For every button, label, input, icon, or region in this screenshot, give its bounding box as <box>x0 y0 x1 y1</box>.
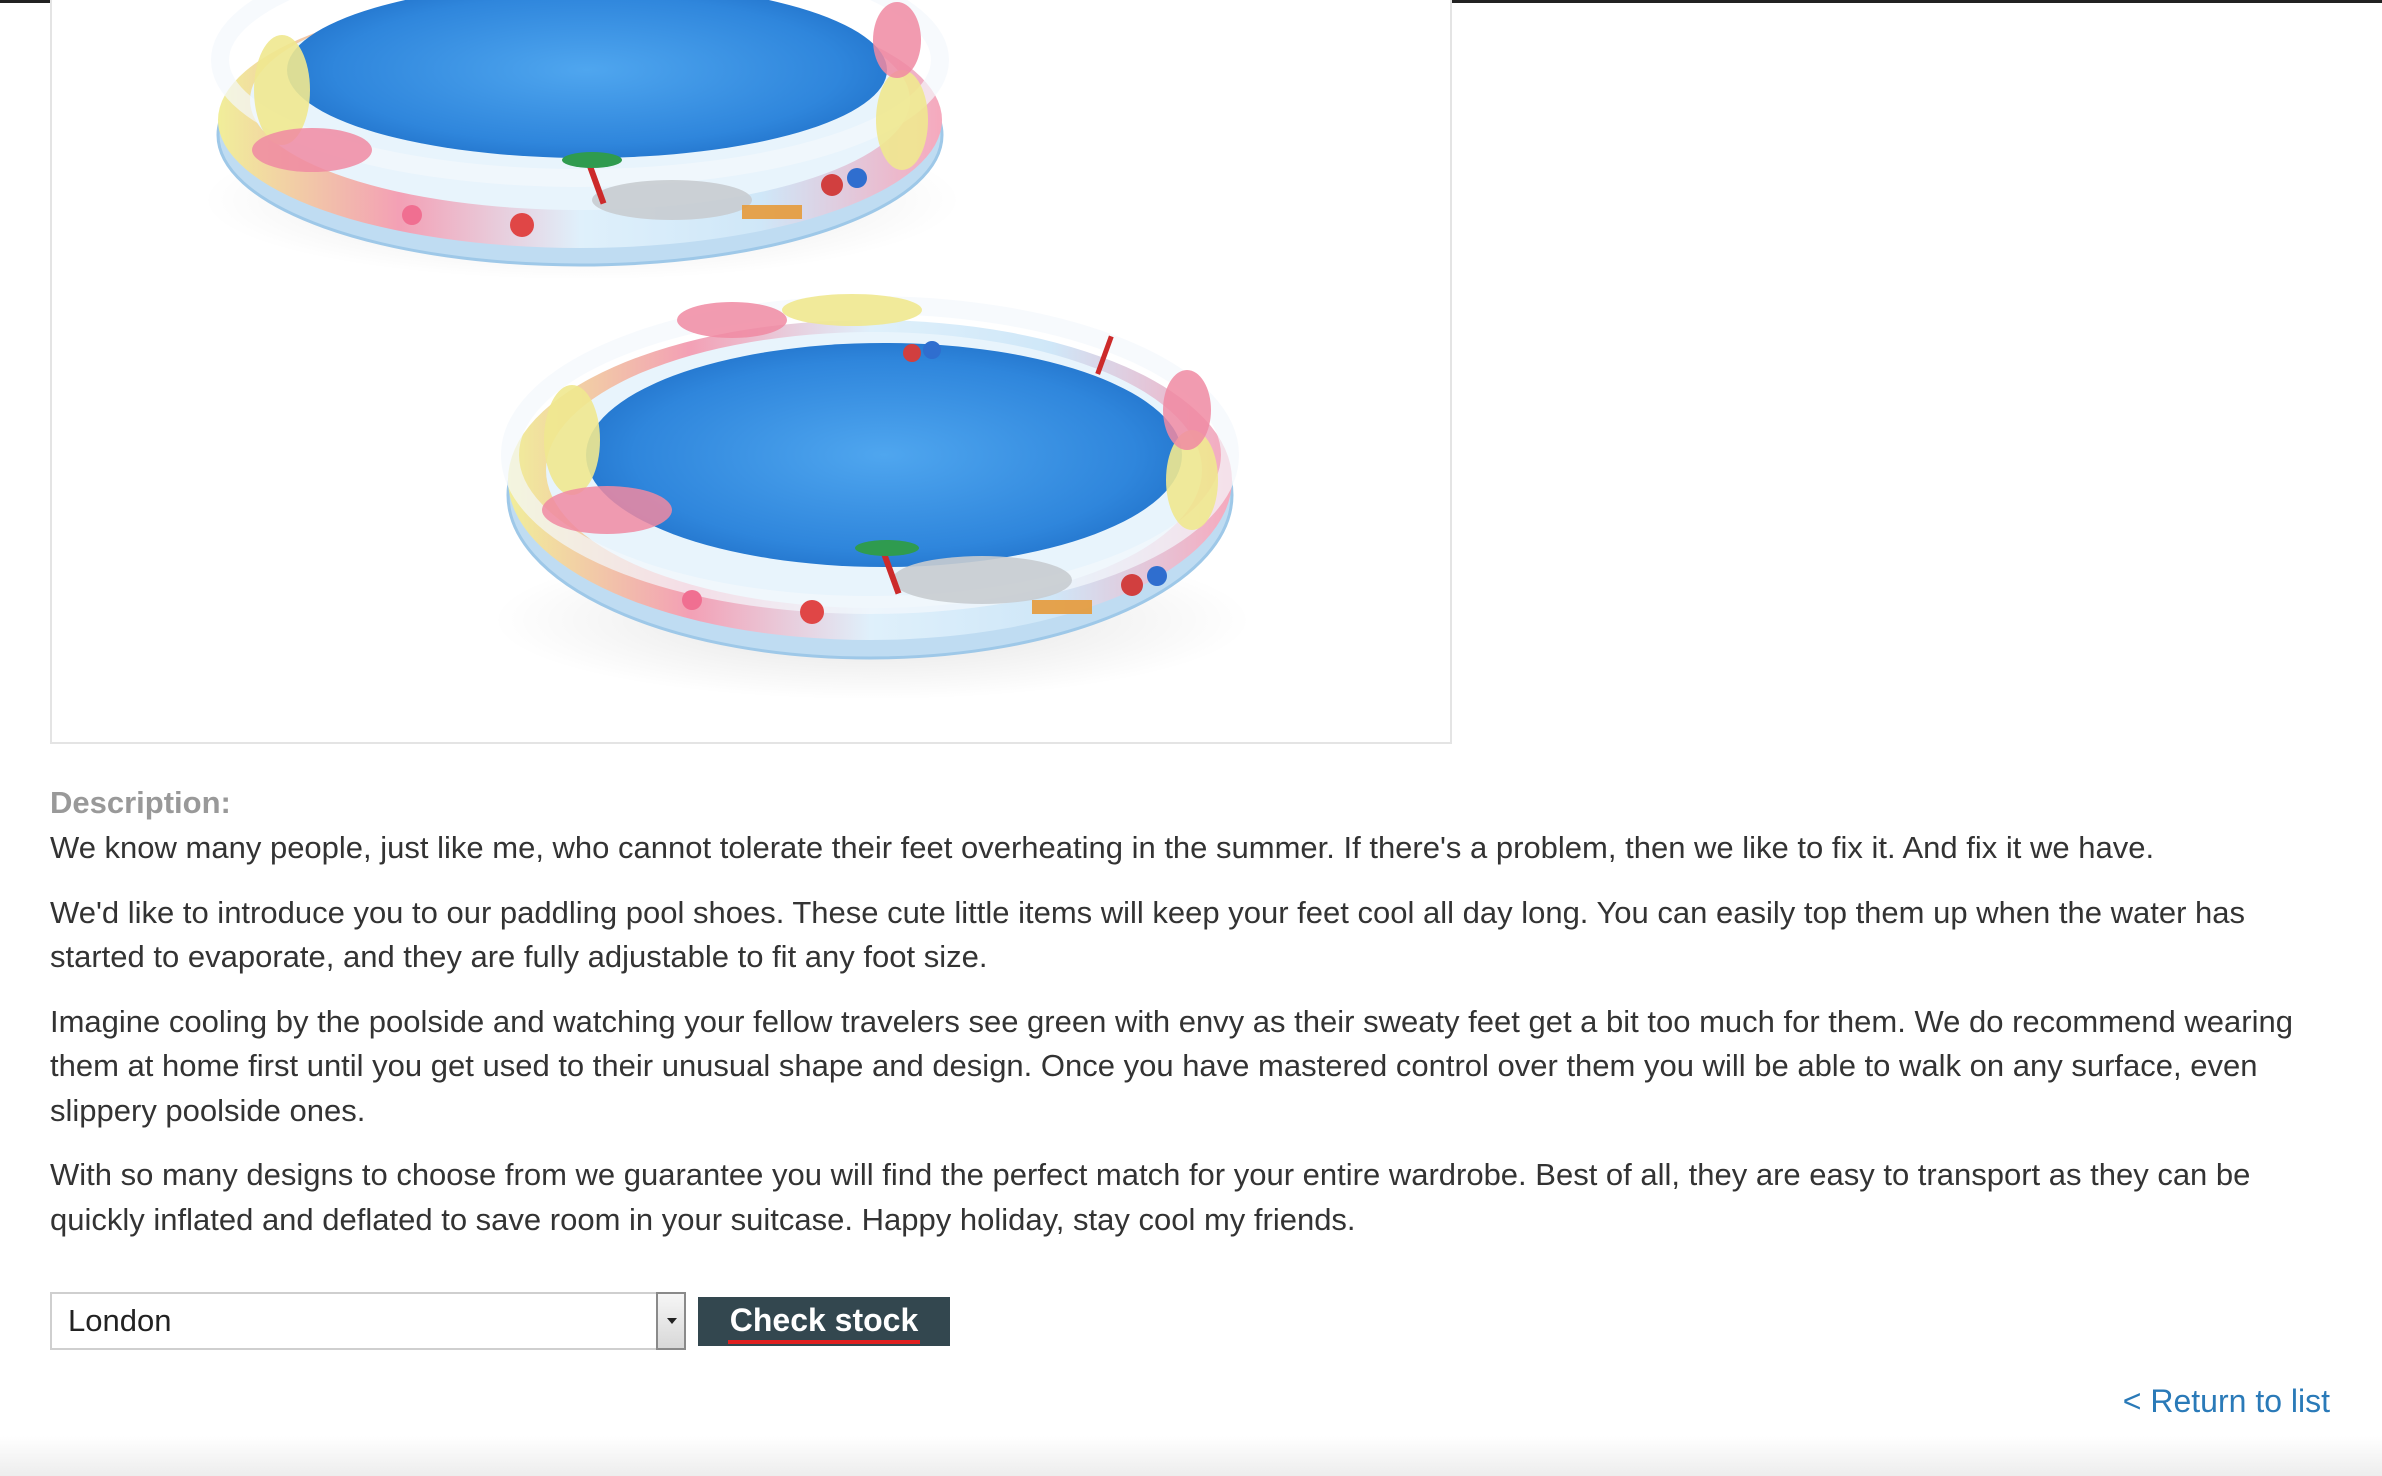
chevron-down-icon[interactable] <box>656 1292 686 1350</box>
description-paragraph: With so many designs to choose from we g… <box>50 1157 2251 1237</box>
description-label: Description: <box>50 785 231 820</box>
product-image-frame <box>50 0 1452 744</box>
check-stock-label: Check stock <box>727 1300 921 1344</box>
store-select-value: London <box>68 1303 172 1338</box>
description-paragraph: We'd like to introduce you to our paddli… <box>50 894 2246 975</box>
description-paragraph: Imagine cooling by the poolside and watc… <box>50 1003 2293 1128</box>
pool-shoe-lower <box>492 294 1252 700</box>
description-paragraph: We know many people, just like me, who c… <box>50 830 2155 865</box>
store-select[interactable]: London <box>50 1292 686 1350</box>
description-body: We know many people, just like me, who c… <box>50 826 2340 1262</box>
product-image <box>202 0 1252 700</box>
pool-shoe-upper <box>202 0 962 280</box>
page-bottom-edge <box>0 1436 2382 1476</box>
return-to-list-link[interactable]: < Return to list <box>2123 1381 2330 1421</box>
check-stock-button[interactable]: Check stock <box>698 1297 950 1346</box>
